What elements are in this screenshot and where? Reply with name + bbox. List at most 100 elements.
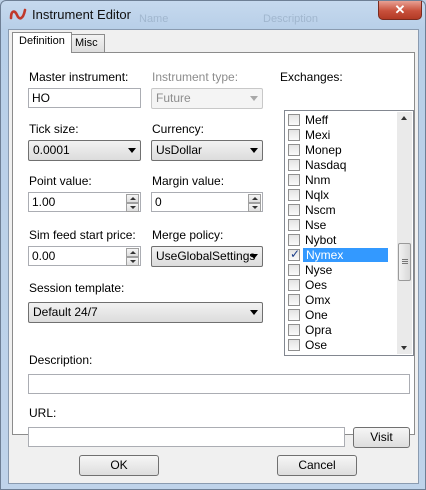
exchange-item-opra[interactable]: Opra — [286, 322, 399, 338]
instrument-type-select[interactable]: Future — [151, 88, 263, 109]
spin-down-icon[interactable] — [248, 203, 261, 212]
exchange-checkbox[interactable] — [288, 114, 300, 126]
visit-button[interactable]: Visit — [353, 427, 410, 448]
exchange-checkbox[interactable] — [288, 189, 300, 201]
margin-value-spinner[interactable] — [247, 193, 262, 213]
sim-feed-start-price-spinner[interactable] — [125, 247, 140, 267]
description-input[interactable] — [28, 374, 410, 394]
exchange-label: Meff — [305, 113, 329, 127]
exchange-item-nymex[interactable]: Nymex — [286, 247, 399, 263]
background-column-name: Name — [139, 13, 169, 25]
exchange-label: Nscm — [305, 203, 336, 217]
merge-policy-value: UseGlobalSettings — [156, 249, 256, 263]
exchange-checkbox[interactable] — [288, 144, 300, 156]
description-label: Description: — [29, 353, 93, 367]
exchange-item-nnm[interactable]: Nnm — [286, 172, 399, 188]
master-instrument-label: Master instrument: — [29, 70, 129, 84]
exchange-checkbox[interactable] — [288, 309, 300, 321]
session-template-select[interactable]: Default 24/7 — [28, 302, 263, 323]
exchange-item-nscm[interactable]: Nscm — [286, 202, 399, 218]
tick-size-value: 0.0001 — [33, 143, 70, 157]
exchange-label: Monep — [305, 143, 342, 157]
sim-feed-start-price-text: 0.00 — [32, 249, 56, 263]
chevron-down-icon — [250, 310, 258, 315]
exchanges-scrollbar[interactable] — [397, 112, 412, 354]
checkmark-icon[interactable] — [288, 247, 300, 261]
exchange-item-ose[interactable]: Ose — [286, 337, 399, 353]
exchange-label: Nse — [305, 218, 327, 232]
exchange-label: Oes — [305, 278, 328, 292]
sim-feed-start-price-label: Sim feed start price: — [29, 228, 136, 242]
dialog-body: Definition Misc Master instrument: HO In… — [8, 29, 419, 484]
spin-up-icon[interactable] — [126, 194, 139, 203]
exchange-label: Nyse — [305, 263, 333, 277]
sim-feed-start-price-input[interactable]: 0.00 — [28, 246, 141, 266]
exchange-checkbox[interactable] — [288, 219, 300, 231]
ok-button[interactable]: OK — [79, 455, 159, 476]
exchange-checkbox[interactable] — [288, 294, 300, 306]
exchange-checkbox[interactable] — [288, 204, 300, 216]
url-label: URL: — [29, 406, 57, 420]
tab-misc[interactable]: Misc — [68, 34, 105, 53]
exchange-item-monep[interactable]: Monep — [286, 142, 399, 158]
chevron-down-icon — [128, 148, 136, 153]
exchange-label: Mexi — [305, 128, 331, 142]
point-value-spinner[interactable] — [125, 193, 140, 213]
spin-up-icon[interactable] — [126, 248, 139, 257]
exchange-label: Nasdaq — [305, 158, 347, 172]
exchange-checkbox[interactable] — [288, 129, 300, 141]
point-value-label: Point value: — [29, 174, 92, 188]
exchange-item-nasdaq[interactable]: Nasdaq — [286, 157, 399, 173]
exchange-checkbox[interactable] — [288, 339, 300, 351]
currency-select[interactable]: UsDollar — [151, 140, 263, 161]
exchange-checkbox[interactable] — [288, 324, 300, 336]
url-input[interactable] — [28, 427, 345, 447]
exchanges-list[interactable]: Meff Mexi Monep Nasdaq Nnm Nqlx Nscm Nse… — [284, 110, 414, 356]
exchange-checkbox[interactable] — [288, 279, 300, 291]
currency-value: UsDollar — [156, 143, 203, 157]
exchange-item-one[interactable]: One — [286, 307, 399, 323]
currency-label: Currency: — [152, 122, 205, 136]
scroll-up-icon[interactable] — [401, 116, 407, 120]
instrument-type-label: Instrument type: — [152, 70, 239, 84]
exchange-checkbox[interactable] — [288, 234, 300, 246]
close-button[interactable]: ✕ — [378, 1, 422, 20]
master-instrument-input[interactable]: HO — [28, 88, 141, 108]
spin-down-icon[interactable] — [126, 203, 139, 212]
spin-down-icon[interactable] — [126, 257, 139, 266]
cancel-button[interactable]: Cancel — [277, 455, 357, 476]
exchange-item-oes[interactable]: Oes — [286, 277, 399, 293]
exchange-checkbox[interactable] — [288, 264, 300, 276]
tab-definition[interactable]: Definition — [12, 32, 72, 53]
exchange-item-nqlx[interactable]: Nqlx — [286, 187, 399, 203]
point-value-input[interactable]: 1.00 — [28, 192, 141, 212]
tick-size-label: Tick size: — [29, 122, 79, 136]
margin-value-input[interactable]: 0 — [151, 192, 263, 212]
session-template-label: Session template: — [29, 281, 125, 295]
exchange-label: Nnm — [305, 173, 331, 187]
window-title: Instrument Editor — [32, 7, 131, 22]
scroll-thumb[interactable] — [398, 243, 411, 281]
exchange-checkbox[interactable] — [288, 174, 300, 186]
merge-policy-select[interactable]: UseGlobalSettings — [151, 246, 263, 267]
exchange-item-meff[interactable]: Meff — [286, 112, 399, 128]
exchange-item-nybot[interactable]: Nybot — [286, 232, 399, 248]
exchange-item-omx[interactable]: Omx — [286, 292, 399, 308]
definition-panel: Master instrument: HO Instrument type: F… — [12, 52, 415, 448]
exchange-label: Nybot — [305, 233, 337, 247]
scroll-down-icon[interactable] — [401, 346, 407, 350]
margin-value-label: Margin value: — [152, 174, 225, 188]
instrument-type-value: Future — [156, 91, 191, 105]
exchange-label: Nymex — [303, 248, 388, 262]
tick-size-select[interactable]: 0.0001 — [28, 140, 141, 161]
exchange-label: Omx — [305, 293, 331, 307]
spin-up-icon[interactable] — [248, 194, 261, 203]
close-icon: ✕ — [394, 2, 406, 17]
exchange-item-nse[interactable]: Nse — [286, 217, 399, 233]
title-bar[interactable]: Instrument Editor Name Description ✕ — [1, 1, 425, 29]
margin-value-text: 0 — [155, 195, 162, 209]
chevron-down-icon — [250, 254, 258, 259]
exchange-item-nyse[interactable]: Nyse — [286, 262, 399, 278]
exchange-item-mexi[interactable]: Mexi — [286, 127, 399, 143]
exchange-checkbox[interactable] — [288, 159, 300, 171]
